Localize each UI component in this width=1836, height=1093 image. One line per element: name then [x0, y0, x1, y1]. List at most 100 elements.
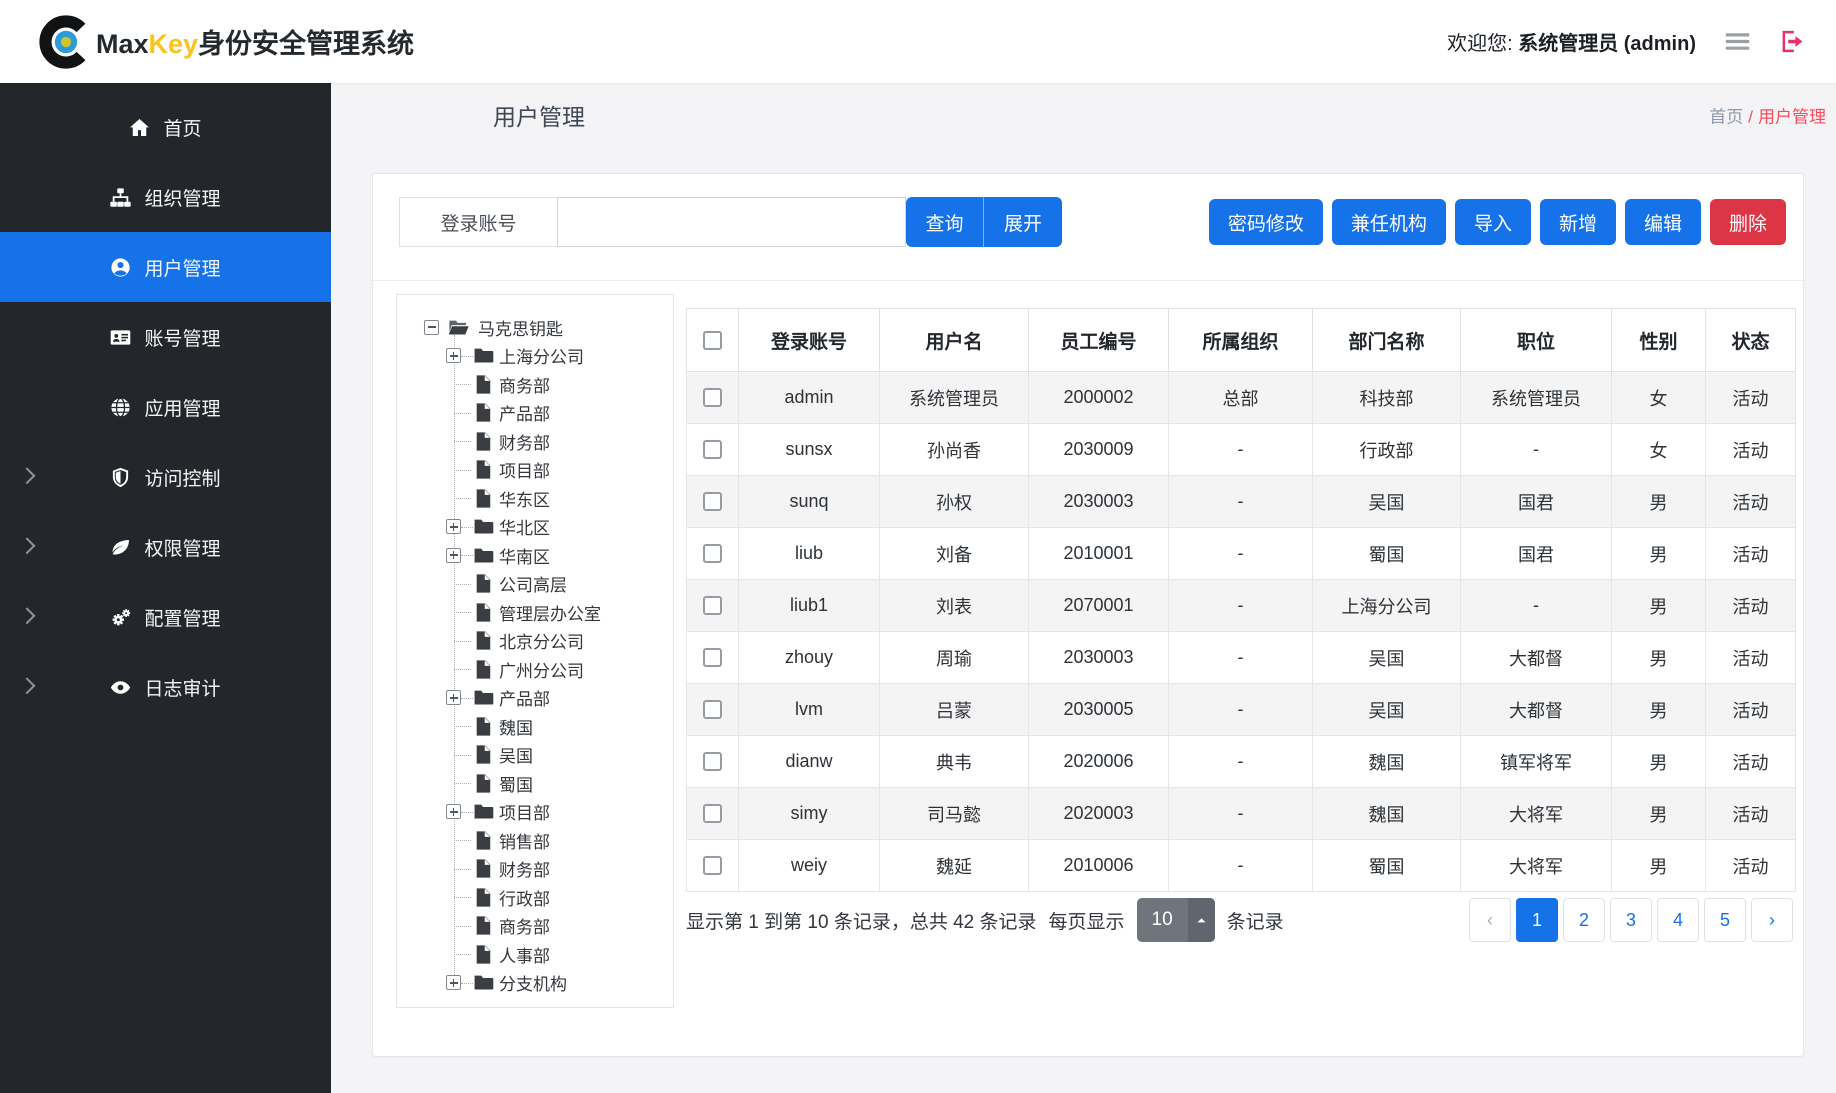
table-row: lvm吕蒙2030005-吴国大都督男活动 [687, 684, 1796, 736]
pagination-prev-button[interactable]: ‹ [1469, 898, 1511, 942]
shield-icon [110, 467, 131, 488]
menu-icon[interactable] [1724, 28, 1751, 55]
table-cell: 2000002 [1029, 372, 1169, 424]
tree-node-label[interactable]: 华北区 [499, 514, 550, 539]
tree-node-label[interactable]: 北京分公司 [499, 628, 584, 653]
sidebar-item-account-management[interactable]: 账号管理 [0, 302, 331, 372]
row-checkbox[interactable] [703, 856, 722, 875]
folder-icon [473, 687, 494, 708]
brand-max: Max [96, 29, 149, 59]
tree-toggle-plus-icon[interactable] [446, 804, 461, 819]
sidebar-item-access-control[interactable]: 访问控制 [0, 442, 331, 512]
folder-icon [473, 801, 494, 822]
tree-node-label[interactable]: 商务部 [499, 372, 550, 397]
row-checkbox[interactable] [703, 440, 722, 459]
tree-node-label[interactable]: 产品部 [499, 400, 550, 425]
sidebar-item-config-management[interactable]: 配置管理 [0, 582, 331, 652]
delete-button[interactable]: 删除 [1710, 199, 1786, 245]
gears-icon [110, 607, 131, 628]
tree-node-label[interactable]: 商务部 [499, 913, 550, 938]
table-cell: lvm [739, 684, 880, 736]
tree-node-label[interactable]: 魏国 [499, 714, 533, 739]
tree-node-label[interactable]: 行政部 [499, 885, 550, 910]
select-all-checkbox[interactable] [703, 331, 722, 350]
table-cell: 活动 [1706, 736, 1796, 788]
tree-node-label[interactable]: 项目部 [499, 799, 550, 824]
file-icon [473, 374, 494, 395]
tree-node-label[interactable]: 公司高层 [499, 571, 567, 596]
table-cell: 活动 [1706, 476, 1796, 528]
logout-icon[interactable] [1779, 28, 1806, 55]
tree-node-label[interactable]: 蜀国 [499, 771, 533, 796]
row-checkbox[interactable] [703, 804, 722, 823]
tree-node-label[interactable]: 管理层办公室 [499, 600, 601, 625]
page-size-dropdown[interactable]: 10 [1137, 898, 1215, 942]
table-row: zhouy周瑜2030003-吴国大都督男活动 [687, 632, 1796, 684]
tree-node: 财务部 [397, 855, 673, 884]
row-checkbox[interactable] [703, 544, 722, 563]
table-row: liub1刘表2070001-上海分公司-男活动 [687, 580, 1796, 632]
tree-node-label[interactable]: 人事部 [499, 942, 550, 967]
tree-node-label[interactable]: 广州分公司 [499, 657, 584, 682]
add-button[interactable]: 新增 [1540, 199, 1616, 245]
table-cell: 系统管理员 [1461, 372, 1612, 424]
tree-node-label[interactable]: 分支机构 [499, 970, 567, 995]
edit-button[interactable]: 编辑 [1625, 199, 1701, 245]
query-button[interactable]: 查询 [906, 197, 983, 247]
table-cell: 大将军 [1461, 788, 1612, 840]
tree-toggle-plus-icon[interactable] [446, 348, 461, 363]
pagination-page-2-button[interactable]: 2 [1563, 898, 1605, 942]
file-icon [473, 944, 494, 965]
tree-toggle-plus-icon[interactable] [446, 519, 461, 534]
pagination-page-1-button[interactable]: 1 [1516, 898, 1558, 942]
row-checkbox[interactable] [703, 388, 722, 407]
tree-node-label[interactable]: 销售部 [499, 828, 550, 853]
row-checkbox[interactable] [703, 596, 722, 615]
sidebar-item-user-management[interactable]: 用户管理 [0, 232, 331, 302]
breadcrumb-current: 用户管理 [1758, 108, 1826, 127]
tree-node-label[interactable]: 财务部 [499, 429, 550, 454]
import-button[interactable]: 导入 [1455, 199, 1531, 245]
header-right: 欢迎您: 系统管理员 (admin) [1447, 27, 1806, 56]
pagination-next-button[interactable]: › [1751, 898, 1793, 942]
table-cell: 2020006 [1029, 736, 1169, 788]
sidebar-item-log-audit[interactable]: 日志审计 [0, 652, 331, 722]
tree-node-label[interactable]: 华东区 [499, 486, 550, 511]
row-checkbox[interactable] [703, 492, 722, 511]
tree-node-label[interactable]: 项目部 [499, 457, 550, 482]
sidebar-item-permission-management[interactable]: 权限管理 [0, 512, 331, 582]
login-account-input[interactable] [557, 197, 906, 247]
tree-node-label[interactable]: 吴国 [499, 742, 533, 767]
row-checkbox[interactable] [703, 648, 722, 667]
select-all-cell [687, 309, 739, 372]
tree-toggle-plus-icon[interactable] [446, 548, 461, 563]
row-checkbox[interactable] [703, 752, 722, 771]
sidebar-item-label: 应用管理 [144, 394, 220, 421]
table-cell: 国君 [1461, 528, 1612, 580]
tree-node-label[interactable]: 上海分公司 [499, 343, 584, 368]
tree-toggle-minus-icon[interactable] [424, 320, 439, 335]
table-cell: sunsx [739, 424, 880, 476]
tree-node-label[interactable]: 华南区 [499, 543, 550, 568]
row-checkbox[interactable] [703, 700, 722, 719]
sidebar-item-org-management[interactable]: 组织管理 [0, 162, 331, 232]
app-header: MaxKey身份安全管理系统 欢迎您: 系统管理员 (admin) [0, 0, 1836, 83]
tree-node: 分支机构 [397, 969, 673, 998]
expand-button[interactable]: 展开 [983, 197, 1062, 247]
sidebar-item-home[interactable]: 首页 [0, 92, 331, 162]
password-modify-button[interactable]: 密码修改 [1209, 199, 1323, 245]
tree-node: 产品部 [397, 684, 673, 713]
concurrent-org-button[interactable]: 兼任机构 [1332, 199, 1446, 245]
tree-toggle-plus-icon[interactable] [446, 690, 461, 705]
pagination-page-4-button[interactable]: 4 [1657, 898, 1699, 942]
org-tree-panel: 马克思钥匙上海分公司商务部产品部财务部项目部华东区华北区华南区公司高层管理层办公… [396, 294, 674, 1008]
sidebar-item-app-management[interactable]: 应用管理 [0, 372, 331, 442]
pagination-page-3-button[interactable]: 3 [1610, 898, 1652, 942]
tree-toggle-plus-icon[interactable] [446, 975, 461, 990]
tree-node-label[interactable]: 马克思钥匙 [478, 315, 563, 340]
tree-node-label[interactable]: 财务部 [499, 856, 550, 881]
tree-node-label[interactable]: 产品部 [499, 685, 550, 710]
table-cell: 活动 [1706, 840, 1796, 892]
pagination-page-5-button[interactable]: 5 [1704, 898, 1746, 942]
breadcrumb-home[interactable]: 首页 [1709, 108, 1743, 127]
